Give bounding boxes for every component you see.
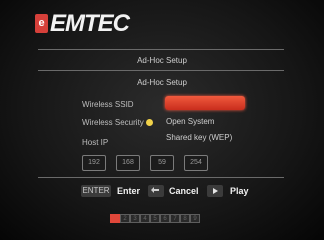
page-cell: 9 xyxy=(190,214,200,223)
page-cell: 3 xyxy=(130,214,140,223)
page-cell: 6 xyxy=(160,214,170,223)
cancel-label: Cancel xyxy=(169,186,199,196)
host-ip-octet-4[interactable]: 254 xyxy=(184,155,208,171)
play-label: Play xyxy=(230,186,249,196)
page-cell xyxy=(110,214,120,223)
page-cell: 5 xyxy=(150,214,160,223)
form-title: Ad-Hoc Setup xyxy=(137,78,187,87)
security-option-wep[interactable]: Shared key (WEP) xyxy=(166,133,232,142)
emtec-logo-icon: e xyxy=(35,14,48,33)
enter-key-icon: ENTER xyxy=(81,185,111,197)
ssid-label: Wireless SSID xyxy=(82,100,134,109)
tv-screen: e EMTEC Ad-Hoc Setup Ad-Hoc Setup Wirele… xyxy=(0,0,324,240)
brand-name: EMTEC xyxy=(50,10,130,37)
ssid-input[interactable] xyxy=(165,96,245,110)
page-cell: 4 xyxy=(140,214,150,223)
host-ip-octet-1[interactable]: 192 xyxy=(82,155,106,171)
security-label: Wireless Security xyxy=(82,118,144,127)
host-ip-label: Host IP xyxy=(82,138,109,147)
play-icon xyxy=(207,185,223,197)
title-divider xyxy=(38,70,284,71)
page-cell: 2 xyxy=(120,214,130,223)
page-indicator: 2 3 4 5 6 7 8 9 xyxy=(110,214,200,223)
top-divider xyxy=(38,49,284,50)
back-arrow-icon xyxy=(148,185,164,197)
radio-selected-icon xyxy=(146,119,153,126)
security-option-open[interactable]: Open System xyxy=(166,117,214,126)
bottom-divider xyxy=(38,177,284,178)
enter-label: Enter xyxy=(117,186,141,196)
page-cell: 7 xyxy=(170,214,180,223)
host-ip-octet-2[interactable]: 168 xyxy=(116,155,140,171)
page-cell: 8 xyxy=(180,214,190,223)
host-ip-octet-3[interactable]: 59 xyxy=(150,155,174,171)
page-title: Ad-Hoc Setup xyxy=(137,56,187,65)
